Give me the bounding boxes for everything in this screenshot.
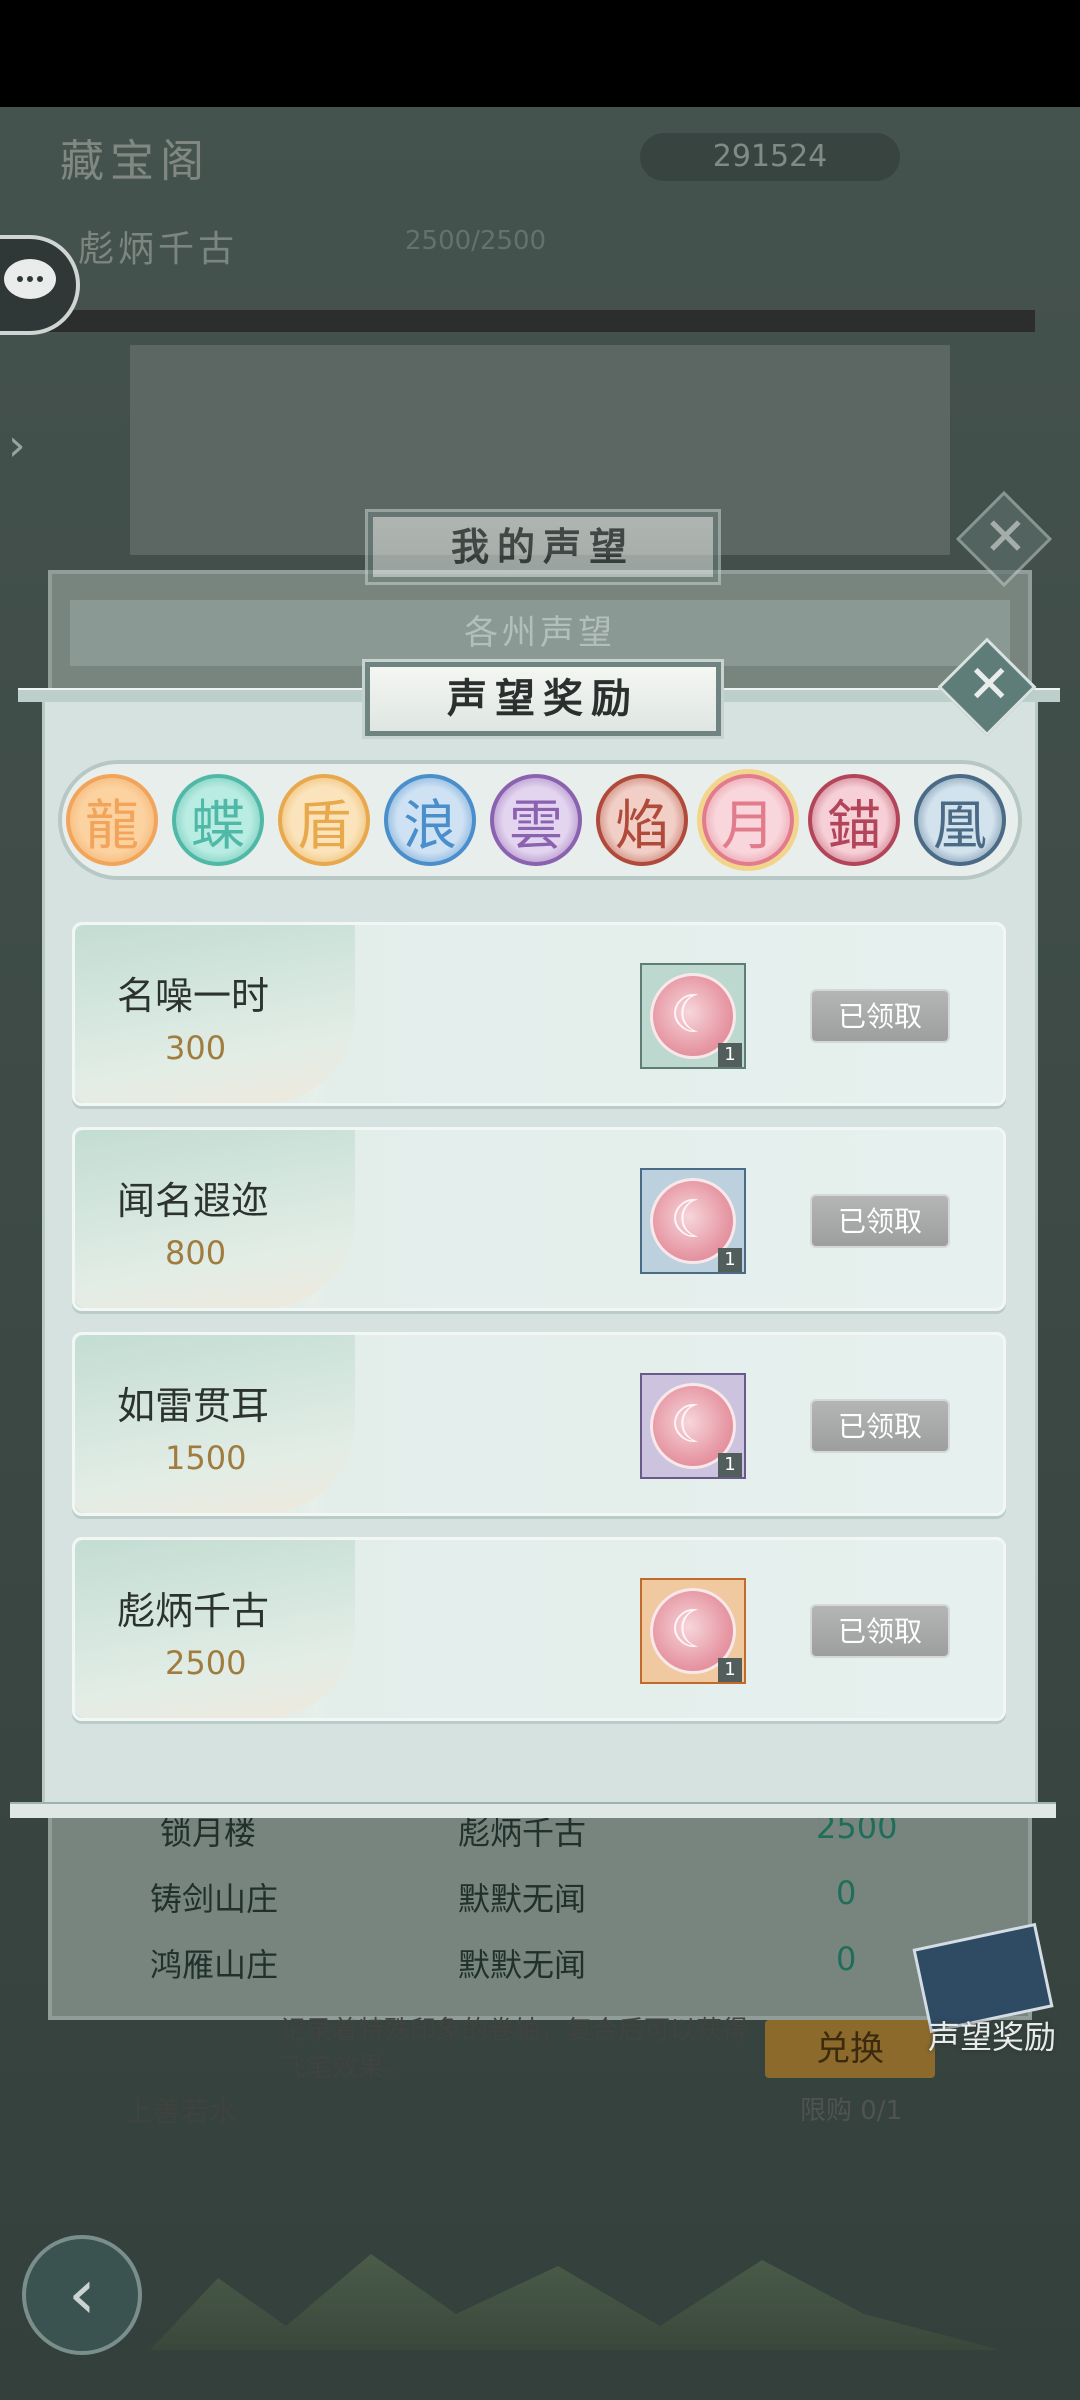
faction-value: 0 — [836, 1940, 857, 1978]
dragon-seal-icon[interactable]: 龍 — [66, 774, 158, 866]
reward-title: 如雷贯耳 — [117, 1384, 270, 1428]
shield-seal-icon[interactable]: 盾 — [278, 774, 370, 866]
currency-counter: 291524 — [640, 133, 900, 181]
reward-panel-title: 声望奖励 — [365, 662, 721, 736]
reward-title: 名噪一时 — [117, 974, 270, 1018]
phoenix-seal-icon[interactable]: 凰 — [914, 774, 1006, 866]
chat-icon — [4, 259, 56, 299]
rank-progress: 2500/2500 — [405, 226, 547, 256]
faction-value: 0 — [836, 1874, 857, 1912]
item-description: 记录着特殊印象的卷轴，复合后可以获得飞笔效果。 — [280, 2016, 749, 2083]
back-button[interactable]: ‹ — [22, 2235, 142, 2355]
chevron-right-icon[interactable]: › — [8, 420, 26, 471]
reputation-reward-label[interactable]: 声望奖励 — [928, 2012, 1056, 2058]
shop-title: 藏宝阁 — [60, 136, 210, 187]
seller-name: 上善若水 — [125, 2095, 238, 2128]
reward-count: 1 — [718, 1658, 742, 1682]
faction-name: 鸿雁山庄 — [150, 1946, 279, 1984]
table-row: 铸剑山庄 默默无闻 0 — [70, 1862, 1010, 1926]
reward-row: 名噪一时 300 ☾ 1 已领取 — [72, 922, 1006, 1106]
faction-rank: 默默无闻 — [458, 1880, 587, 1918]
moon-seal-icon[interactable]: 月 — [702, 774, 794, 866]
purchase-limit: 限购 0/1 — [800, 2096, 903, 2126]
reward-count: 1 — [718, 1453, 742, 1477]
reward-points: 800 — [165, 1234, 227, 1272]
reward-item[interactable]: ☾ 1 — [640, 1168, 746, 1274]
table-row: 鸿雁山庄 默默无闻 0 — [70, 1928, 1010, 1992]
claimed-button[interactable]: 已领取 — [810, 1194, 950, 1248]
reward-points: 300 — [165, 1029, 227, 1067]
back-arrow-icon: ‹ — [68, 2253, 96, 2335]
claimed-button[interactable]: 已领取 — [810, 1604, 950, 1658]
claimed-button[interactable]: 已领取 — [810, 989, 950, 1043]
close-icon: ✕ — [967, 654, 1011, 715]
butterfly-seal-icon[interactable]: 蝶 — [172, 774, 264, 866]
reward-title: 闻名遐迩 — [117, 1179, 270, 1223]
region-tab[interactable]: 各州声望 — [70, 600, 1010, 666]
region-tab-label: 各州声望 — [464, 613, 616, 653]
exchange-button[interactable]: 兑换 — [765, 2020, 935, 2078]
reward-count: 1 — [718, 1043, 742, 1067]
faction-name: 铸剑山庄 — [150, 1880, 279, 1918]
close-icon: ✕ — [983, 507, 1028, 568]
reward-points: 2500 — [165, 1644, 247, 1682]
anchor-seal-icon[interactable]: 錨 — [808, 774, 900, 866]
reward-item[interactable]: ☾ 1 — [640, 963, 746, 1069]
reward-row: 闻名遐迩 800 ☾ 1 已领取 — [72, 1127, 1006, 1311]
faction-rank: 默默无闻 — [458, 1946, 587, 1984]
cloud-seal-icon[interactable]: 雲 — [490, 774, 582, 866]
reward-item[interactable]: ☾ 1 — [640, 1373, 746, 1479]
wave-seal-icon[interactable]: 浪 — [384, 774, 476, 866]
reward-row: 彪炳千古 2500 ☾ 1 已领取 — [72, 1537, 1006, 1721]
reward-row: 如雷贯耳 1500 ☾ 1 已领取 — [72, 1332, 1006, 1516]
flame-seal-icon[interactable]: 焰 — [596, 774, 688, 866]
rank-title: 彪炳千古 — [78, 229, 239, 270]
reward-title: 彪炳千古 — [117, 1589, 270, 1633]
reward-item[interactable]: ☾ 1 — [640, 1578, 746, 1684]
reward-points: 1500 — [165, 1439, 247, 1477]
claimed-button[interactable]: 已领取 — [810, 1399, 950, 1453]
reputation-panel-title: 我的声望 — [368, 512, 718, 582]
reward-count: 1 — [718, 1248, 742, 1272]
gate-beam — [45, 310, 1035, 332]
panel-bottom-bar — [10, 1802, 1056, 1818]
